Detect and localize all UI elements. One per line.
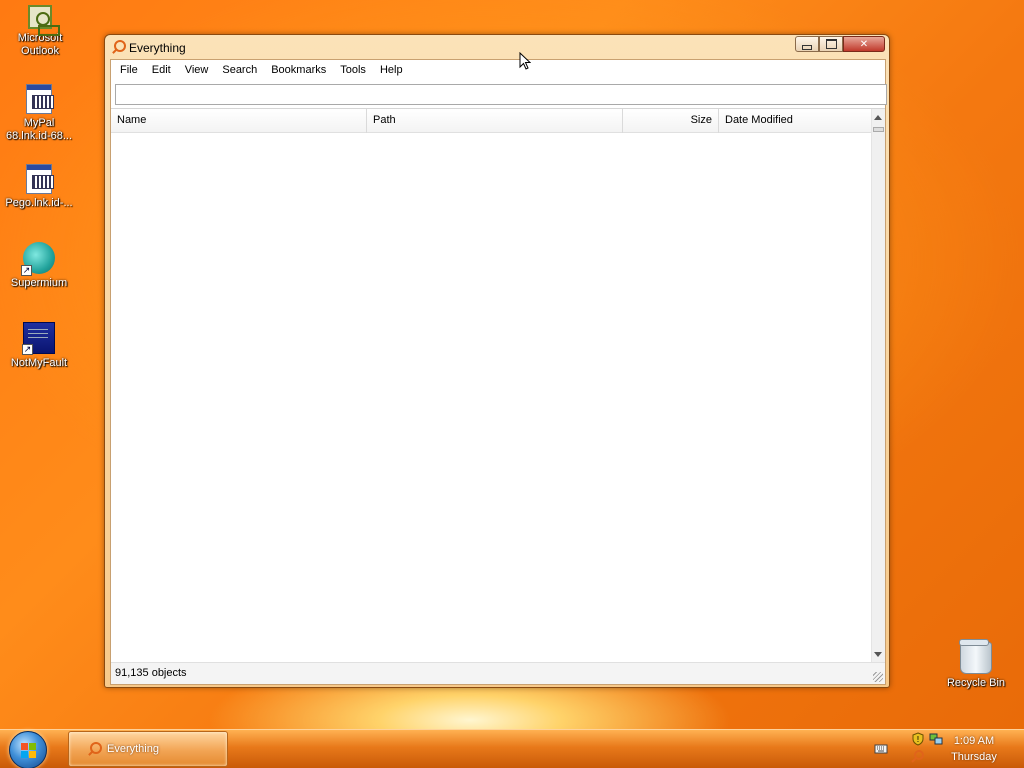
svg-text:!: ! bbox=[916, 735, 919, 744]
vertical-scrollbar[interactable] bbox=[871, 109, 885, 663]
desktop-icon-mypal[interactable]: MyPal 68.lnk.id-68... bbox=[1, 84, 77, 143]
window-client-area: File Edit View Search Bookmarks Tools He… bbox=[110, 59, 887, 685]
menu-tools[interactable]: Tools bbox=[333, 64, 373, 76]
taskbar: Everything ! 1:09 AM Thursday bbox=[0, 729, 1024, 768]
taskbar-button-everything[interactable]: Everything bbox=[68, 731, 228, 767]
desktop-icon-supermium[interactable]: ↗ Supermium bbox=[1, 242, 77, 290]
system-clock[interactable]: 1:09 AM Thursday bbox=[944, 733, 1004, 765]
menu-search[interactable]: Search bbox=[215, 64, 264, 76]
taskbar-button-label: Everything bbox=[107, 743, 159, 755]
close-button[interactable]: ✕ bbox=[843, 36, 885, 52]
mouse-cursor-icon bbox=[519, 52, 531, 70]
start-button[interactable] bbox=[9, 731, 47, 768]
desktop-icon-outlook[interactable]: Microsoft Outlook bbox=[2, 5, 78, 58]
shortcut-arrow-icon: ↗ bbox=[22, 344, 33, 355]
menu-bar: File Edit View Search Bookmarks Tools He… bbox=[111, 60, 885, 80]
desktop-icon-pego[interactable]: Pego.lnk.id-... bbox=[1, 164, 77, 210]
menu-bookmarks[interactable]: Bookmarks bbox=[264, 64, 333, 76]
desktop-icon-notmyfault[interactable]: ↗ NotMyFault bbox=[1, 322, 77, 370]
windows-logo-icon bbox=[21, 743, 37, 759]
outlook-icon bbox=[28, 5, 60, 36]
desktop-icon-label: MyPal 68.lnk.id-68... bbox=[5, 117, 73, 142]
magnifier-icon bbox=[87, 742, 102, 756]
menu-file[interactable]: File bbox=[113, 64, 145, 76]
column-header-size[interactable]: Size bbox=[623, 109, 719, 133]
caption-buttons: ✕ bbox=[795, 36, 885, 53]
maximize-button[interactable] bbox=[819, 36, 843, 52]
desktop-icon-label: Pego.lnk.id-... bbox=[5, 197, 73, 209]
supermium-icon: ↗ bbox=[21, 242, 55, 276]
shortcut-arrow-icon: ↗ bbox=[21, 265, 32, 276]
column-header-date-modified[interactable]: Date Modified bbox=[719, 109, 873, 133]
title-bar[interactable]: Everything ✕ bbox=[105, 35, 889, 59]
object-count: 91,135 objects bbox=[115, 667, 187, 679]
magnifier-icon bbox=[111, 40, 126, 54]
status-bar: 91,135 objects bbox=[111, 662, 885, 684]
column-header-path[interactable]: Path bbox=[367, 109, 623, 133]
list-header: Name Path Size Date Modified bbox=[111, 109, 873, 133]
notmyfault-icon: ↗ bbox=[22, 322, 55, 355]
clock-time: 1:09 AM bbox=[953, 735, 995, 747]
column-header-name[interactable]: Name bbox=[111, 109, 367, 133]
desktop-icon-label: NotMyFault bbox=[10, 357, 68, 369]
network-icon[interactable] bbox=[929, 732, 943, 746]
shortcut-file-icon bbox=[26, 84, 54, 114]
magnifier-icon[interactable] bbox=[911, 750, 925, 764]
scroll-down-arrow-icon[interactable] bbox=[874, 652, 882, 657]
desktop-icon-label: Supermium bbox=[10, 277, 68, 289]
scroll-up-arrow-icon[interactable] bbox=[874, 115, 882, 120]
everything-window[interactable]: Everything ✕ File Edit View Search Bookm… bbox=[104, 34, 890, 688]
security-shield-icon[interactable]: ! bbox=[911, 732, 925, 746]
menu-view[interactable]: View bbox=[178, 64, 216, 76]
resize-grip-icon[interactable] bbox=[873, 672, 883, 682]
desktop-icon-recycle-bin[interactable]: Recycle Bin bbox=[938, 639, 1014, 690]
menu-help[interactable]: Help bbox=[373, 64, 410, 76]
shortcut-file-icon bbox=[26, 164, 54, 194]
minimize-button[interactable] bbox=[795, 36, 819, 52]
menu-edit[interactable]: Edit bbox=[145, 64, 178, 76]
window-title: Everything bbox=[129, 41, 186, 55]
recycle-bin-icon bbox=[959, 639, 992, 674]
keyboard-icon[interactable] bbox=[874, 742, 888, 756]
results-list[interactable]: Name Path Size Date Modified bbox=[111, 108, 885, 663]
search-input[interactable] bbox=[115, 84, 887, 105]
clock-day: Thursday bbox=[951, 751, 997, 763]
desktop-icon-label: Recycle Bin bbox=[946, 677, 1006, 689]
scroll-thumb[interactable] bbox=[873, 127, 884, 132]
